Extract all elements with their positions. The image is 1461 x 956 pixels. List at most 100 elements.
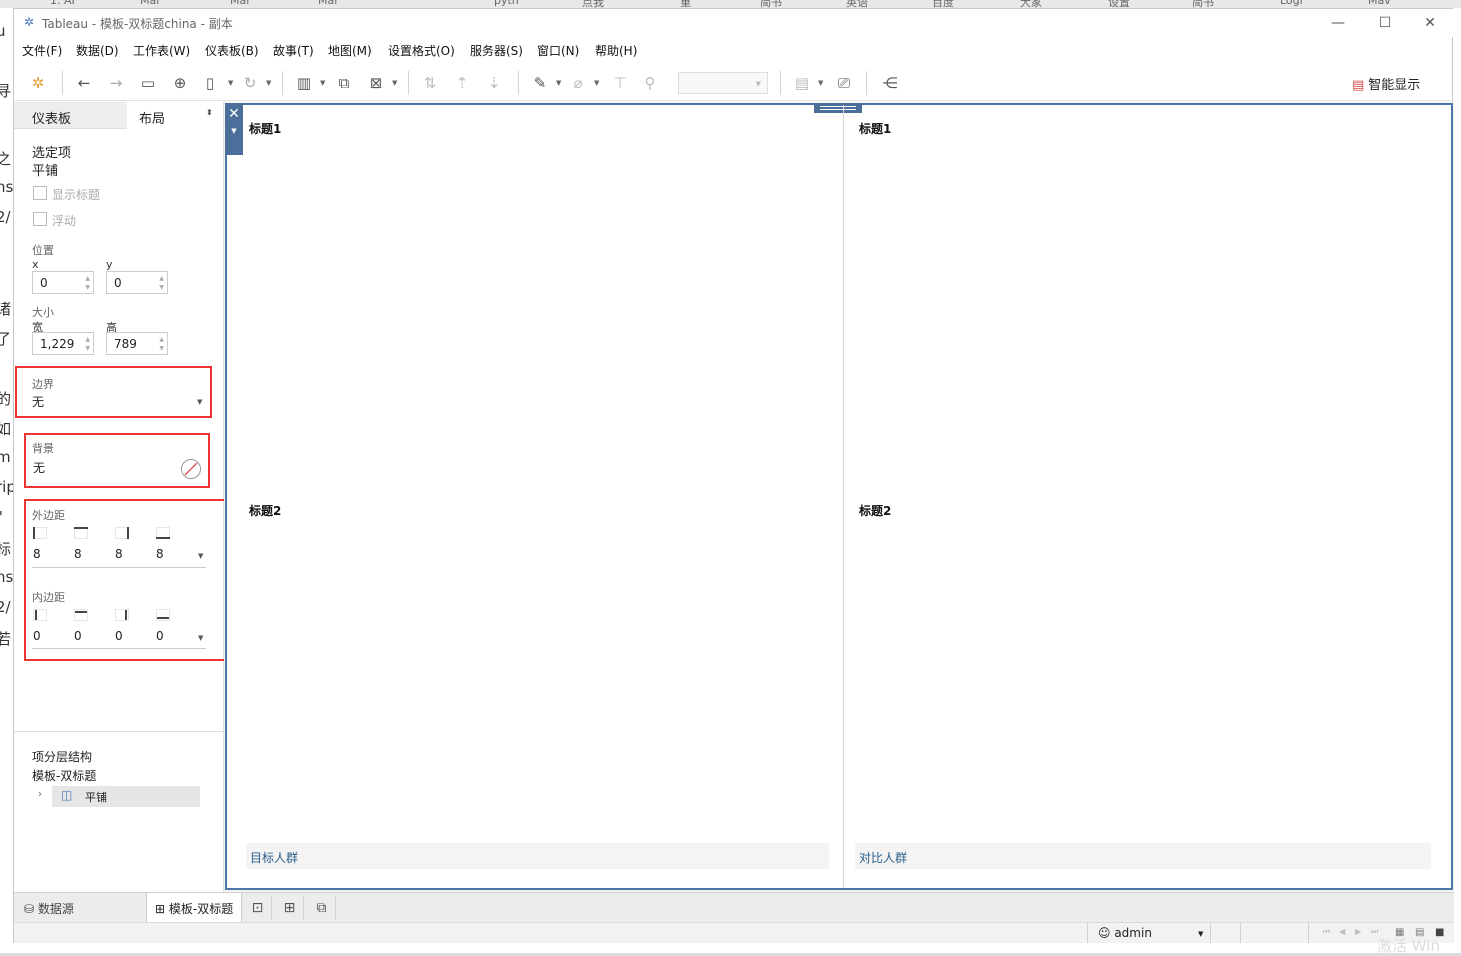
inner-padding-dropdown-icon[interactable]: ▼: [198, 634, 203, 642]
redo-icon[interactable]: →: [106, 73, 126, 93]
menu-dashboard[interactable]: 仪表板(B): [205, 42, 259, 59]
spin-down-icon[interactable]: ▼: [85, 345, 90, 352]
browser-tab[interactable]: 设置: [1108, 0, 1130, 8]
spin-up-icon[interactable]: ▲: [159, 336, 164, 343]
hierarchy-root[interactable]: 模板-双标题: [32, 767, 96, 784]
show-cards-icon[interactable]: ▤: [792, 73, 812, 93]
outer-padding-right[interactable]: 8: [115, 547, 123, 561]
new-dashboard-tab-icon[interactable]: ⊞: [276, 897, 304, 919]
pin-icon[interactable]: ⚲: [640, 73, 660, 93]
browser-tab[interactable]: Mar: [140, 0, 161, 8]
inner-padding-bottom[interactable]: 0: [156, 629, 164, 643]
outer-padding-top[interactable]: 8: [74, 547, 82, 561]
menu-story[interactable]: 故事(T): [273, 42, 314, 59]
group-icon[interactable]: ⌀: [568, 73, 588, 93]
pause-update-icon[interactable]: ▯: [200, 73, 220, 93]
background-value[interactable]: 无: [33, 459, 45, 476]
menu-help[interactable]: 帮助(H): [595, 42, 637, 59]
swap-axes-icon[interactable]: ⇅: [420, 73, 440, 93]
zone-title-bottom-right[interactable]: 标题2: [859, 502, 891, 519]
browser-tab[interactable]: 百度: [932, 0, 954, 8]
chevron-right-icon[interactable]: ›: [38, 789, 42, 800]
menu-worksheet[interactable]: 工作表(W): [133, 42, 190, 59]
menu-server[interactable]: 服务器(S): [470, 42, 523, 59]
browser-tab[interactable]: 简书: [1192, 0, 1214, 8]
zone-title-bottom-left[interactable]: 标题2: [249, 502, 281, 519]
sheet-tab-active[interactable]: ⊞ 模板-双标题: [146, 893, 242, 922]
chevron-down-icon[interactable]: ▼: [228, 79, 233, 87]
chevron-down-icon[interactable]: ▼: [266, 79, 271, 87]
clear-sheet-icon[interactable]: ⊠: [366, 73, 386, 93]
chevron-down-icon[interactable]: ▼: [320, 79, 325, 87]
new-datasource-icon[interactable]: ⊕: [170, 73, 190, 93]
floating-checkbox[interactable]: [33, 212, 47, 226]
sort-ascending-icon[interactable]: ⇡: [452, 73, 472, 93]
menu-file[interactable]: 文件(F): [22, 42, 62, 59]
width-input[interactable]: 1,229 ▲ ▼: [32, 332, 94, 355]
inner-padding-top[interactable]: 0: [74, 629, 82, 643]
browser-tab[interactable]: 简书: [760, 0, 782, 8]
highlight-icon[interactable]: ✎: [530, 73, 550, 93]
fit-dropdown[interactable]: ▼: [678, 72, 768, 94]
height-input[interactable]: 789 ▲ ▼: [106, 332, 168, 355]
remove-container-icon[interactable]: ✕: [225, 105, 243, 123]
menu-window[interactable]: 窗口(N): [537, 42, 579, 59]
save-icon[interactable]: ▭: [138, 73, 158, 93]
undo-icon[interactable]: ←: [74, 73, 94, 93]
chevron-down-icon[interactable]: ▼: [594, 79, 599, 87]
spin-down-icon[interactable]: ▼: [159, 345, 164, 352]
container-menu-icon[interactable]: ▼: [225, 127, 243, 135]
new-worksheet-icon[interactable]: ▥: [294, 73, 314, 93]
close-button[interactable]: ✕: [1412, 13, 1448, 33]
first-page-icon[interactable]: ⏮: [1323, 927, 1330, 937]
menu-format[interactable]: 设置格式(O): [388, 42, 455, 59]
no-color-icon[interactable]: [180, 458, 202, 480]
dashboard-area[interactable]: [225, 103, 1453, 890]
legend-comparison-group[interactable]: 对比人群: [855, 843, 1431, 869]
spin-up-icon[interactable]: ▲: [85, 336, 90, 343]
inner-padding-right[interactable]: 0: [115, 629, 123, 643]
outer-padding-bottom[interactable]: 8: [156, 547, 164, 561]
next-page-icon[interactable]: ▶: [1355, 927, 1361, 936]
spin-up-icon[interactable]: ▲: [159, 275, 164, 282]
tab-dashboard[interactable]: 仪表板: [14, 102, 127, 129]
duplicate-sheet-icon[interactable]: ⧉: [334, 73, 354, 93]
menu-data[interactable]: 数据(D): [76, 42, 119, 59]
user-menu[interactable]: ☺ admin: [1087, 923, 1211, 944]
browser-tab[interactable]: Logi: [1280, 0, 1303, 8]
x-position-input[interactable]: 0 ▲ ▼: [32, 271, 94, 294]
chevron-down-icon[interactable]: ▼: [1198, 930, 1203, 938]
zone-title-top-right[interactable]: 标题1: [859, 120, 891, 137]
share-icon[interactable]: ⋲: [880, 73, 900, 93]
spin-up-icon[interactable]: ▲: [85, 275, 90, 282]
browser-tab[interactable]: 重: [680, 0, 691, 8]
zone-title-top-left[interactable]: 标题1: [249, 120, 281, 137]
tab-layout[interactable]: 布局: [127, 102, 203, 129]
minimize-button[interactable]: —: [1320, 13, 1356, 33]
selection-handle[interactable]: ✕ ▼: [225, 103, 243, 155]
browser-tab[interactable]: 大家: [1020, 0, 1042, 8]
spin-down-icon[interactable]: ▼: [159, 284, 164, 291]
hierarchy-item-tiled[interactable]: ◫ 平铺: [52, 786, 200, 807]
inner-padding-left[interactable]: 0: [33, 629, 41, 643]
maximize-button[interactable]: ☐: [1367, 13, 1403, 33]
tab-scroll-icon[interactable]: ⬍: [206, 108, 213, 117]
chevron-down-icon[interactable]: ▼: [818, 79, 823, 87]
browser-tab[interactable]: Mav: [1368, 0, 1391, 8]
browser-tab[interactable]: 英语: [846, 0, 868, 8]
show-me-button[interactable]: ▤ 智能显示: [1352, 74, 1420, 93]
chevron-down-icon[interactable]: ▼: [392, 79, 397, 87]
presentation-mode-icon[interactable]: ⎚: [834, 73, 854, 93]
show-mark-labels-icon[interactable]: ⊤: [610, 73, 630, 93]
outer-padding-left[interactable]: 8: [33, 547, 41, 561]
browser-tab[interactable]: Mar: [318, 0, 339, 8]
tableau-start-icon[interactable]: ✲: [28, 73, 48, 93]
new-worksheet-tab-icon[interactable]: ⊡: [244, 897, 272, 919]
y-position-input[interactable]: 0 ▲ ▼: [106, 271, 168, 294]
show-title-checkbox[interactable]: [33, 186, 47, 200]
border-value[interactable]: 无: [32, 393, 44, 410]
border-dropdown-icon[interactable]: ▼: [197, 398, 202, 406]
menu-map[interactable]: 地图(M): [328, 42, 372, 59]
browser-tab[interactable]: Mar: [230, 0, 251, 8]
move-grip[interactable]: [814, 103, 862, 113]
